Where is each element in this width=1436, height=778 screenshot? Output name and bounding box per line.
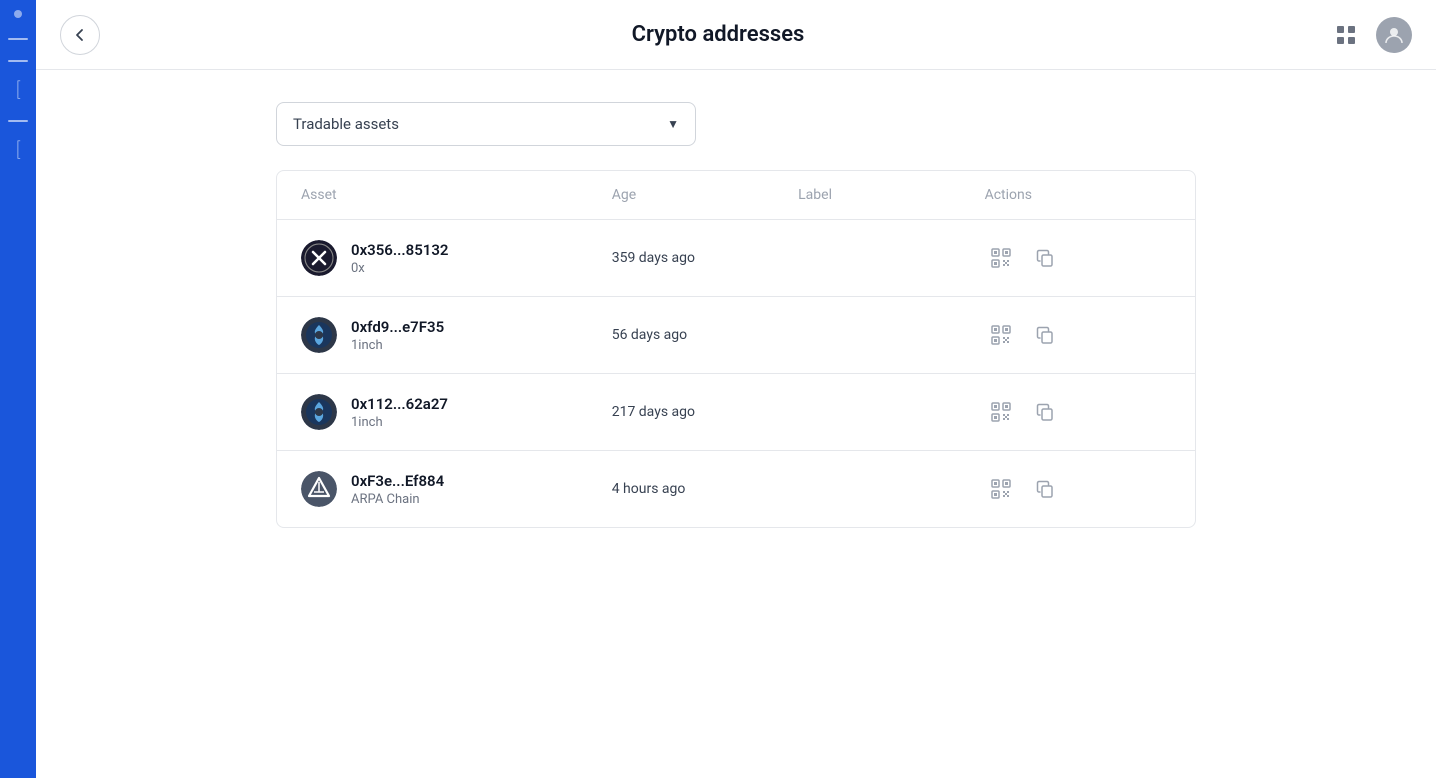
badge-icon (301, 240, 337, 276)
qr-code-button-2[interactable] (985, 319, 1017, 351)
asset-cell-2: 0xfd9...e7F35 1inch (301, 317, 612, 353)
sidebar-nav-item-3 (8, 120, 28, 122)
table-row: 0x356...85132 0x 359 days ago (277, 220, 1195, 297)
asset-info-4: 0xF3e...Ef884 ARPA Chain (351, 472, 444, 507)
actions-cell-1 (985, 242, 1171, 274)
copy-icon (1035, 325, 1055, 345)
content-area: Tradable assets ▼ Asset Age Label Action… (36, 70, 1436, 560)
dropdown-container: Tradable assets ▼ (276, 102, 1196, 146)
asset-info-3: 0x112...62a27 1inch (351, 395, 448, 430)
sidebar-bracket-1: [ (16, 82, 20, 100)
addresses-table: Asset Age Label Actions (276, 170, 1196, 528)
qr-code-icon (990, 324, 1012, 346)
age-cell-2: 56 days ago (612, 327, 798, 343)
asset-cell-3: 0x112...62a27 1inch (301, 394, 612, 430)
age-cell-4: 4 hours ago (612, 481, 798, 497)
asset-info-1: 0x356...85132 0x (351, 241, 449, 276)
sidebar: [ [ (0, 0, 36, 778)
col-header-actions: Actions (985, 187, 1171, 203)
asset-address-3: 0x112...62a27 (351, 395, 448, 413)
grid-icon (1335, 24, 1357, 46)
asset-name-3: 1inch (351, 415, 448, 430)
sidebar-dot-1 (14, 10, 22, 18)
page-title: Crypto addresses (632, 22, 805, 47)
avatar-icon (1384, 25, 1404, 45)
asset-icon-2 (301, 317, 337, 353)
arpa-icon (301, 471, 337, 507)
col-header-label: Label (798, 187, 984, 203)
main-container: Crypto addresses Tradabl (36, 0, 1436, 778)
table-row: 0x112...62a27 1inch 217 days ago (277, 374, 1195, 451)
age-cell-1: 359 days ago (612, 250, 798, 266)
actions-cell-2 (985, 319, 1171, 351)
asset-filter-dropdown[interactable]: Tradable assets ▼ (276, 102, 696, 146)
grid-icon-button[interactable] (1328, 17, 1364, 53)
actions-cell-4 (985, 473, 1171, 505)
oneinch-icon (301, 317, 337, 353)
copy-icon (1035, 248, 1055, 268)
sidebar-nav-item-1 (8, 38, 28, 40)
copy-icon (1035, 479, 1055, 499)
copy-button-2[interactable] (1029, 319, 1061, 351)
qr-code-button-4[interactable] (985, 473, 1017, 505)
back-arrow-icon (72, 27, 88, 43)
asset-name-4: ARPA Chain (351, 492, 444, 507)
asset-name-1: 0x (351, 261, 449, 276)
asset-icon-1 (301, 240, 337, 276)
sidebar-nav-item-2 (8, 60, 28, 62)
asset-icon-3 (301, 394, 337, 430)
copy-button-1[interactable] (1029, 242, 1061, 274)
asset-cell-1: 0x356...85132 0x (301, 240, 612, 276)
header-right (1328, 17, 1412, 53)
qr-code-icon (990, 401, 1012, 423)
table-row: 0xfd9...e7F35 1inch 56 days ago (277, 297, 1195, 374)
asset-address-4: 0xF3e...Ef884 (351, 472, 444, 490)
header: Crypto addresses (36, 0, 1436, 70)
qr-code-button-1[interactable] (985, 242, 1017, 274)
table-row: 0xF3e...Ef884 ARPA Chain 4 hours ago (277, 451, 1195, 527)
asset-name-2: 1inch (351, 338, 444, 353)
actions-cell-3 (985, 396, 1171, 428)
oneinch-icon-2 (301, 394, 337, 430)
asset-address-2: 0xfd9...e7F35 (351, 318, 444, 336)
asset-address-1: 0x356...85132 (351, 241, 449, 259)
col-header-age: Age (612, 187, 798, 203)
user-avatar[interactable] (1376, 17, 1412, 53)
asset-cell-4: 0xF3e...Ef884 ARPA Chain (301, 471, 612, 507)
copy-icon (1035, 402, 1055, 422)
age-cell-3: 217 days ago (612, 404, 798, 420)
qr-code-icon (990, 247, 1012, 269)
sidebar-bracket-2: [ (16, 142, 20, 160)
dropdown-label: Tradable assets (293, 115, 399, 133)
copy-button-4[interactable] (1029, 473, 1061, 505)
asset-info-2: 0xfd9...e7F35 1inch (351, 318, 444, 353)
copy-button-3[interactable] (1029, 396, 1061, 428)
qr-code-icon (990, 478, 1012, 500)
asset-icon-4 (301, 471, 337, 507)
back-button[interactable] (60, 15, 100, 55)
col-header-asset: Asset (301, 187, 612, 203)
chevron-down-icon: ▼ (667, 117, 679, 131)
table-header: Asset Age Label Actions (277, 171, 1195, 220)
header-left (60, 15, 100, 55)
qr-code-button-3[interactable] (985, 396, 1017, 428)
